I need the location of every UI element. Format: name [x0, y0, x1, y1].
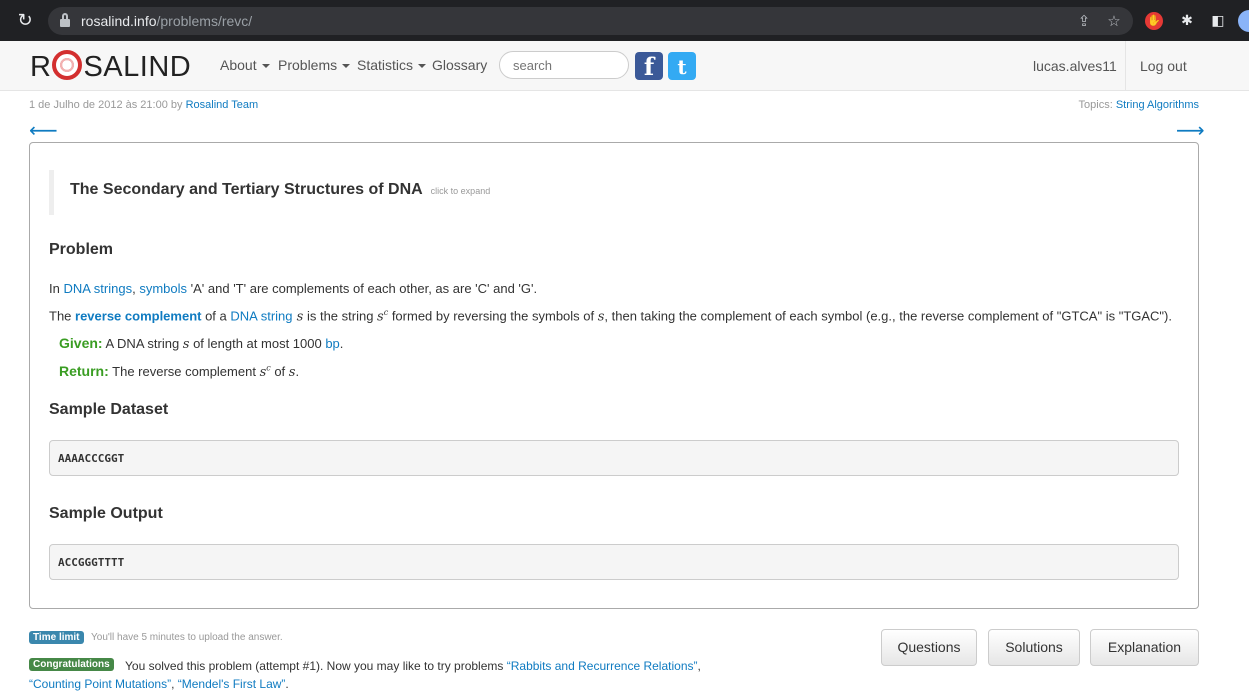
return-statement: Return: The reverse complement sc of s.	[59, 363, 299, 380]
text: .	[339, 336, 344, 351]
glossary-link-dna-string[interactable]: DNA string	[230, 308, 292, 323]
extension-adblock-icon[interactable]: ✋	[1145, 12, 1163, 30]
next-problem-link-point-mutations[interactable]: “Counting Point Mutations”	[29, 677, 171, 691]
url-host: rosalind.info	[81, 13, 157, 29]
previous-problem-arrow-icon[interactable]: ⟵	[29, 118, 58, 142]
next-problem-arrow-icon[interactable]: ⟶	[1176, 118, 1205, 142]
text: The reverse complement	[108, 364, 260, 379]
time-limit-badge: Time limit	[29, 631, 84, 644]
nav-glossary-link[interactable]: Glossary	[432, 57, 487, 73]
text: In	[49, 281, 64, 296]
profile-avatar[interactable]	[1238, 10, 1249, 32]
glossary-link-reverse-complement[interactable]: reverse complement	[75, 308, 201, 323]
problem-heading: Problem	[49, 241, 114, 258]
url-text[interactable]: rosalind.info/problems/revc/	[81, 13, 252, 29]
explanation-button[interactable]: Explanation	[1090, 629, 1199, 666]
logo-text-right: SALIND	[83, 51, 192, 83]
lock-icon[interactable]	[60, 13, 70, 27]
text: formed by reversing the symbols of	[388, 308, 598, 324]
given-label: Given:	[59, 335, 103, 351]
browser-toolbar: ↻ rosalind.info/problems/revc/ ⇪ ☆ ✋ ✱ ◧	[0, 0, 1249, 41]
caret-down-icon	[261, 64, 270, 69]
text: of length at most 1000	[189, 336, 326, 351]
caret-down-icon	[418, 64, 427, 69]
site-navbar: R SALIND About Problems Statistics Glossa…	[0, 41, 1249, 91]
return-label: Return:	[59, 363, 109, 379]
publish-date: 1 de Julho de 2012 às 21:00 by	[29, 99, 186, 111]
sample-output-heading: Sample Output	[49, 505, 163, 522]
nav-divider	[1125, 41, 1126, 91]
text: You solved this problem (attempt #1). No…	[125, 659, 507, 673]
bookmark-star-icon[interactable]: ☆	[1104, 11, 1124, 31]
username-link[interactable]: lucas.alves11	[1033, 58, 1117, 74]
sample-dataset-code[interactable]: AAAACCCGGT	[49, 440, 1179, 476]
text: .	[295, 364, 300, 379]
problem-paragraph-1: In DNA strings, symbols 'A' and 'T' are …	[49, 281, 537, 296]
problem-paragraph-2: The reverse complement of a DNA string s…	[49, 308, 1172, 324]
text: of	[270, 364, 289, 379]
side-panel-icon[interactable]: ◧	[1208, 11, 1228, 31]
logout-link[interactable]: Log out	[1140, 58, 1187, 74]
text: is the string	[303, 308, 378, 324]
given-statement: Given: A DNA string s of length at most …	[59, 335, 343, 352]
text: , then taking the complement of each sym…	[604, 308, 1172, 324]
expand-hint[interactable]: click to expand	[431, 186, 491, 196]
nav-about-dropdown[interactable]: About	[220, 57, 270, 73]
text: 'A' and 'T' are complements of each othe…	[187, 281, 538, 296]
nav-problems-label: Problems	[278, 57, 338, 73]
time-limit-text: You'll have 5 minutes to upload the answ…	[91, 632, 283, 643]
search-input[interactable]	[499, 51, 629, 79]
text: ,	[171, 677, 178, 691]
text: The	[49, 308, 76, 324]
glossary-link-bp[interactable]: bp	[325, 336, 339, 351]
questions-button[interactable]: Questions	[881, 629, 977, 666]
problem-title[interactable]: The Secondary and Tertiary Structures of…	[70, 181, 423, 198]
rosalind-logo[interactable]: R SALIND	[30, 50, 192, 83]
nav-problems-dropdown[interactable]: Problems	[278, 57, 351, 73]
text: A DNA string	[102, 336, 183, 351]
logo-rose-icon	[52, 50, 83, 80]
facebook-icon[interactable]: f	[635, 52, 663, 81]
problem-meta: 1 de Julho de 2012 às 21:00 by Rosalind …	[29, 99, 258, 111]
sample-output-code[interactable]: ACCGGGTTTT	[49, 544, 1179, 580]
math-s: s	[377, 309, 384, 325]
logo-text-left: R	[30, 51, 52, 83]
solutions-button[interactable]: Solutions	[988, 629, 1080, 666]
glossary-link-symbols[interactable]: symbols	[139, 281, 187, 296]
next-problem-link-rabbits[interactable]: “Rabbits and Recurrence Relations”	[507, 659, 698, 673]
text: .	[285, 677, 289, 691]
twitter-icon[interactable]: t	[668, 52, 696, 80]
topics-label: Topics:	[1078, 99, 1116, 111]
text: ,	[697, 659, 701, 673]
topic-link-string-algorithms[interactable]: String Algorithms	[1116, 99, 1199, 111]
share-icon[interactable]: ⇪	[1074, 11, 1094, 31]
caret-down-icon	[342, 64, 351, 69]
math-s: s	[292, 309, 304, 325]
congratulations-message: You solved this problem (attempt #1). No…	[29, 657, 709, 693]
extensions-puzzle-icon[interactable]: ✱	[1177, 11, 1197, 31]
next-problem-link-mendels-law[interactable]: “Mendel's First Law”	[178, 677, 286, 691]
problem-panel: The Secondary and Tertiary Structures of…	[29, 142, 1199, 609]
sample-dataset-heading: Sample Dataset	[49, 401, 169, 418]
nav-about-label: About	[220, 57, 257, 73]
nav-statistics-label: Statistics	[357, 57, 414, 73]
reload-icon[interactable]: ↻	[15, 11, 35, 31]
congratulations-badge: Congratulations	[29, 658, 114, 671]
url-path: /problems/revc/	[156, 13, 253, 29]
text: of a	[201, 308, 231, 324]
address-bar[interactable]: rosalind.info/problems/revc/ ⇪ ☆	[48, 7, 1133, 35]
topics: Topics: String Algorithms	[1079, 99, 1199, 111]
glossary-link-dna-strings[interactable]: DNA strings	[63, 281, 132, 296]
nav-statistics-dropdown[interactable]: Statistics	[357, 57, 427, 73]
problem-intro-blockquote[interactable]: The Secondary and Tertiary Structures of…	[49, 170, 509, 215]
author-link[interactable]: Rosalind Team	[186, 99, 259, 111]
